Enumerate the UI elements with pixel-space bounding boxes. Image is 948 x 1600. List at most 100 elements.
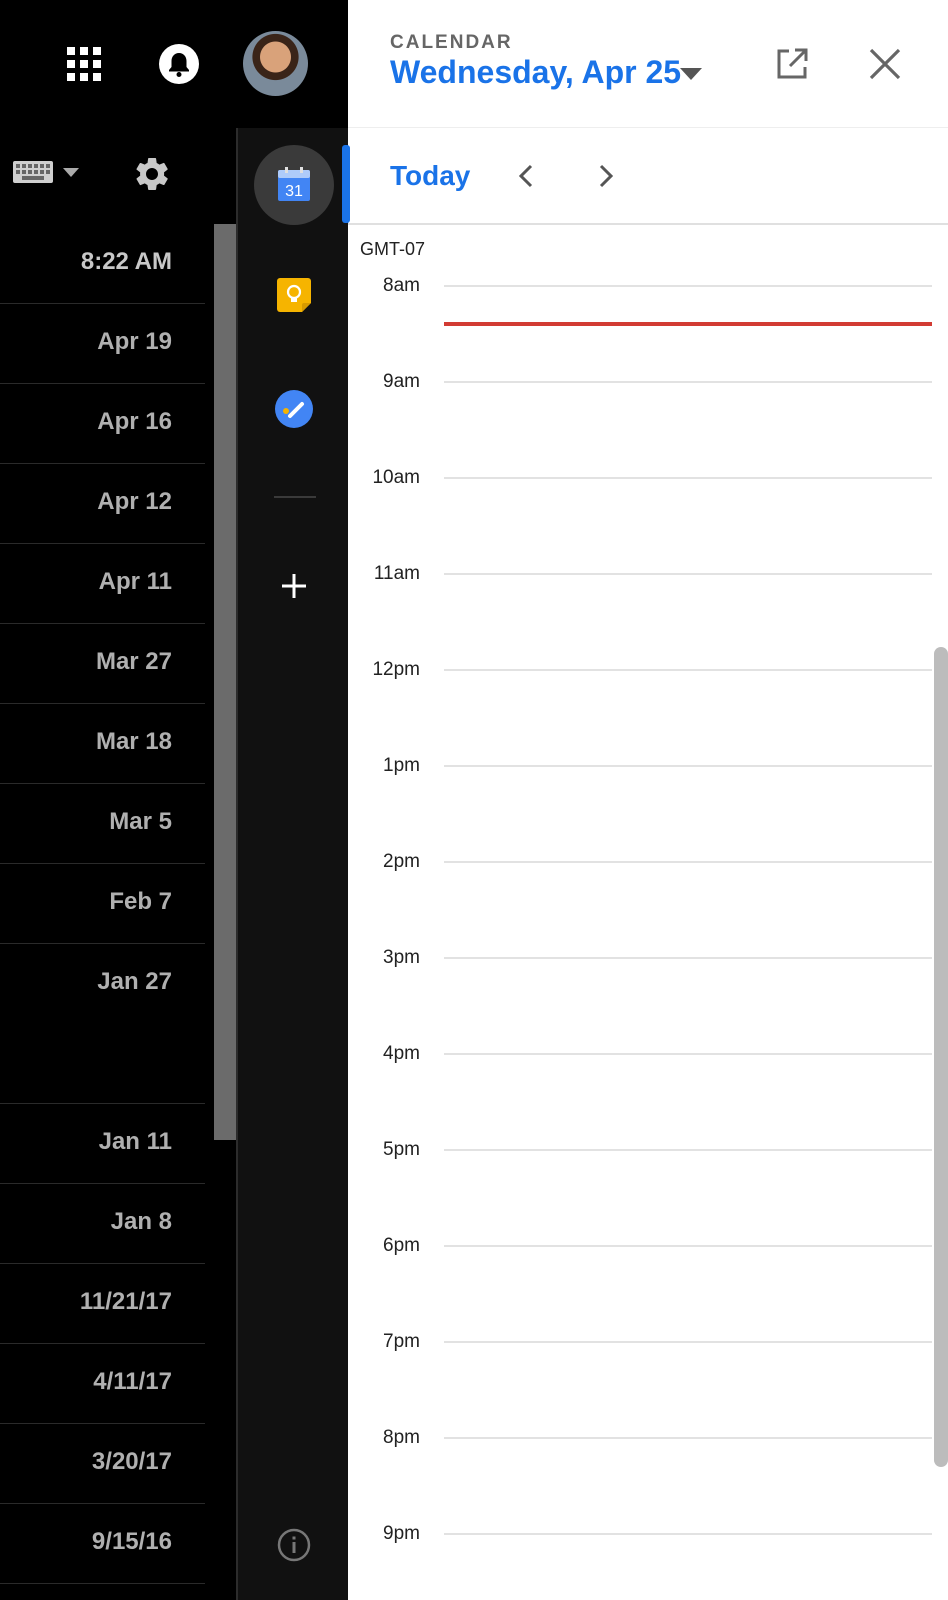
mail-scrollbar-thumb[interactable] xyxy=(214,224,236,1140)
list-item[interactable]: Jan 27 xyxy=(0,944,205,1104)
list-item[interactable]: 3/20/17 xyxy=(0,1424,205,1504)
hour-row[interactable]: 1pm xyxy=(348,755,938,785)
hour-label: 3pm xyxy=(383,947,420,968)
hour-row[interactable]: 11am xyxy=(348,563,938,593)
list-item[interactable]: 11/21/17 xyxy=(0,1264,205,1344)
list-item-date: Jan 27 xyxy=(97,968,172,995)
hour-gridline xyxy=(444,1533,932,1535)
hour-gridline xyxy=(444,861,932,863)
hour-label: 9am xyxy=(383,371,420,392)
hour-row[interactable]: 8pm xyxy=(348,1427,938,1457)
hour-gridline xyxy=(444,573,932,575)
rail-divider xyxy=(274,496,316,498)
hour-label: 11am xyxy=(373,563,420,584)
hour-row[interactable]: 7pm xyxy=(348,1331,938,1361)
bell-icon[interactable] xyxy=(159,44,199,84)
close-icon[interactable] xyxy=(868,47,902,81)
info-icon[interactable] xyxy=(277,1528,311,1562)
hour-row[interactable]: 5pm xyxy=(348,1139,938,1169)
panel-app-name: CALENDAR xyxy=(390,32,513,53)
hour-row[interactable]: 9am xyxy=(348,371,938,401)
top-bar xyxy=(0,0,348,128)
hour-gridline xyxy=(444,765,932,767)
list-item[interactable]: 4/11/17 xyxy=(0,1344,205,1424)
hour-row[interactable]: 4pm xyxy=(348,1043,938,1073)
tasks-icon[interactable] xyxy=(275,390,313,428)
hour-label: 10am xyxy=(372,467,420,488)
list-item-date: Jan 11 xyxy=(98,1128,172,1155)
hour-gridline xyxy=(444,1341,932,1343)
hour-row[interactable]: 2pm xyxy=(348,851,938,881)
list-item[interactable]: Mar 18 xyxy=(0,704,205,784)
keep-icon[interactable] xyxy=(277,278,311,312)
list-item[interactable]: Mar 5 xyxy=(0,784,205,864)
hour-gridline xyxy=(444,381,932,383)
hour-row[interactable]: 6pm xyxy=(348,1235,938,1265)
avatar[interactable] xyxy=(243,31,308,96)
side-panel-rail xyxy=(238,128,348,1600)
hour-label: 7pm xyxy=(383,1331,420,1352)
calendar-icon[interactable]: 31 xyxy=(278,167,310,201)
list-item[interactable]: 9/15/16 xyxy=(0,1504,205,1584)
calendar-panel: CALENDAR Wednesday, Apr 25 Today GMT-07 … xyxy=(342,0,948,1600)
list-item-date: Apr 19 xyxy=(97,328,172,355)
hour-gridline xyxy=(444,1053,932,1055)
list-item-date: Mar 18 xyxy=(95,728,172,755)
timezone-label: GMT-07 xyxy=(360,239,426,259)
list-item-date: Apr 12 xyxy=(97,488,172,515)
active-panel-indicator xyxy=(342,145,350,223)
list-item[interactable]: Apr 19 xyxy=(0,304,205,384)
hour-label: 8am xyxy=(383,275,420,296)
list-item[interactable]: Mar 27 xyxy=(0,624,205,704)
hour-row[interactable]: 10am xyxy=(348,467,938,497)
hour-row[interactable]: 8am xyxy=(348,275,938,305)
hour-label: 2pm xyxy=(383,851,420,872)
list-item-date: Apr 16 xyxy=(97,408,172,435)
caret-down-icon[interactable] xyxy=(680,68,702,80)
hour-label: 6pm xyxy=(383,1235,420,1256)
list-item[interactable]: Apr 16 xyxy=(0,384,205,464)
mail-toolbar xyxy=(0,128,236,224)
hour-label: 8pm xyxy=(383,1427,420,1448)
hour-gridline xyxy=(444,669,932,671)
hour-label: 9pm xyxy=(383,1523,420,1544)
hour-label: 4pm xyxy=(383,1043,420,1064)
hour-gridline xyxy=(444,1245,932,1247)
list-item[interactable]: Feb 7 xyxy=(0,864,205,944)
open-new-window-icon[interactable] xyxy=(775,47,809,81)
today-button[interactable]: Today xyxy=(390,160,470,192)
list-item[interactable]: Apr 11 xyxy=(0,544,205,624)
hour-row[interactable]: 9pm xyxy=(348,1523,938,1553)
list-item[interactable]: Jan 8 xyxy=(0,1184,205,1264)
hour-gridline xyxy=(444,477,932,479)
current-time-indicator xyxy=(444,322,932,326)
list-item-date: 3/20/17 xyxy=(91,1448,172,1475)
gear-icon[interactable] xyxy=(133,156,169,192)
add-icon[interactable] xyxy=(280,572,308,600)
list-item-date: Feb 7 xyxy=(109,888,172,915)
mail-list: 8:22 AM Apr 19 Apr 16 Apr 12 Apr 11 Mar … xyxy=(0,224,205,1584)
hour-row[interactable]: 3pm xyxy=(348,947,938,977)
list-item[interactable]: Apr 12 xyxy=(0,464,205,544)
date-selector[interactable]: Wednesday, Apr 25 xyxy=(390,54,681,91)
hour-gridline xyxy=(444,1149,932,1151)
hour-row[interactable]: 12pm xyxy=(348,659,938,689)
chevron-left-icon[interactable] xyxy=(516,162,536,190)
list-item-date: Apr 11 xyxy=(98,568,172,595)
caret-down-icon[interactable] xyxy=(63,168,79,178)
keyboard-icon[interactable] xyxy=(13,161,53,183)
list-item[interactable]: Jan 11 xyxy=(0,1104,205,1184)
hour-label: 1pm xyxy=(383,755,420,776)
hour-gridline xyxy=(444,957,932,959)
calendar-header: CALENDAR Wednesday, Apr 25 xyxy=(348,0,948,128)
calendar-scrollbar[interactable] xyxy=(934,647,948,1467)
list-item-date: 9/15/16 xyxy=(91,1528,172,1555)
hour-label: 5pm xyxy=(383,1139,420,1160)
hour-gridline xyxy=(444,285,932,287)
list-item-date: Mar 5 xyxy=(109,808,172,835)
list-item[interactable]: 8:22 AM xyxy=(0,224,205,304)
apps-icon[interactable] xyxy=(67,47,101,81)
list-item-date: 8:22 AM xyxy=(80,248,172,275)
chevron-right-icon[interactable] xyxy=(596,162,616,190)
list-item-date: Mar 27 xyxy=(95,648,172,675)
